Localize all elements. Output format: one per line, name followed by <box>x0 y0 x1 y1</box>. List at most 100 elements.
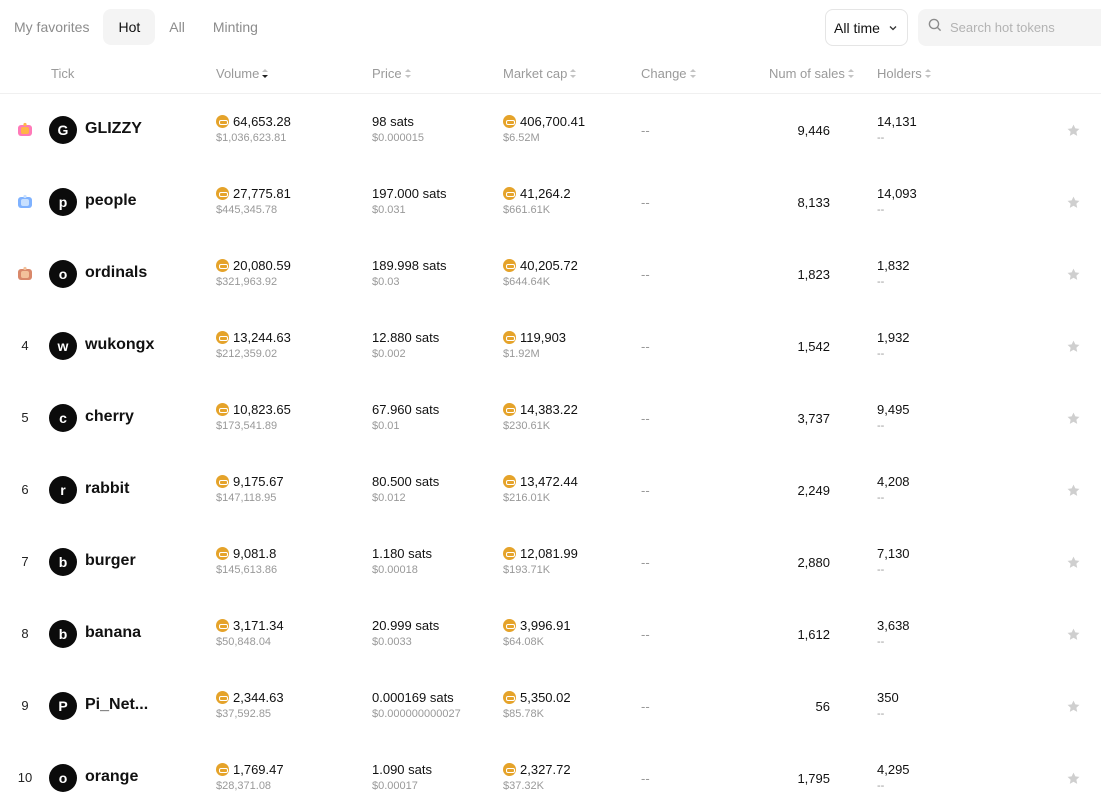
table-row[interactable]: 8 b banana 3,171.34 $50,848.04 20.999 sa… <box>0 598 1101 670</box>
tab-minting[interactable]: Minting <box>199 9 272 45</box>
volume-cell: 20,080.59 <box>216 258 291 273</box>
volume-cell: 64,653.28 <box>216 114 291 129</box>
token-name[interactable]: GLIZZY <box>85 120 142 138</box>
table-row[interactable]: G GLIZZY 64,653.28 $1,036,623.81 98 sats… <box>0 94 1101 166</box>
num-sales-value: 2,249 <box>797 483 830 498</box>
column-header-volume[interactable]: Volume <box>216 66 269 81</box>
token-name[interactable]: banana <box>85 624 141 642</box>
change-value: -- <box>641 483 650 498</box>
favorite-star-icon[interactable] <box>1066 267 1081 282</box>
price-usd: $0.000015 <box>372 132 424 144</box>
market-cap-value: 41,264.2 <box>520 186 571 201</box>
market-cap-value: 119,903 <box>520 330 567 345</box>
column-header-market-cap[interactable]: Market cap <box>503 66 577 81</box>
volume-usd: $28,371.08 <box>216 780 272 792</box>
num-sales-value: 1,612 <box>797 627 830 642</box>
favorite-star-icon[interactable] <box>1066 483 1081 498</box>
holders-value: 4,295 <box>877 762 910 777</box>
table-row[interactable]: p people 27,775.81 $445,345.78 197.000 s… <box>0 166 1101 238</box>
change-value: -- <box>641 411 650 426</box>
rank-number: 9 <box>21 698 29 713</box>
token-name[interactable]: burger <box>85 552 136 570</box>
market-cap-cell: 3,996.91 <box>503 618 571 633</box>
favorite-star-icon[interactable] <box>1066 411 1081 426</box>
favorite-star-icon[interactable] <box>1066 123 1081 138</box>
table-row[interactable]: 10 o orange 1,769.47 $28,371.08 1.090 sa… <box>0 742 1101 808</box>
btc-coin-icon <box>216 763 229 776</box>
holders-value: 4,208 <box>877 474 910 489</box>
token-name[interactable]: wukongx <box>85 336 154 354</box>
time-range-select[interactable]: All time <box>825 9 908 46</box>
price-value: 1.180 sats <box>372 546 432 561</box>
token-name[interactable]: cherry <box>85 408 134 426</box>
favorite-star-icon[interactable] <box>1066 699 1081 714</box>
table-row[interactable]: 9 P Pi_Net... 2,344.63 $37,592.85 0.0001… <box>0 670 1101 742</box>
volume-usd: $445,345.78 <box>216 204 278 216</box>
volume-usd: $145,613.86 <box>216 564 278 576</box>
btc-coin-icon <box>503 187 516 200</box>
search-input[interactable] <box>950 20 1100 35</box>
token-name[interactable]: ordinals <box>85 264 147 282</box>
table-row[interactable]: o ordinals 20,080.59 $321,963.92 189.998… <box>0 238 1101 310</box>
market-cap-value: 3,996.91 <box>520 618 571 633</box>
volume-cell: 10,823.65 <box>216 402 291 417</box>
market-cap-cell: 14,383.22 <box>503 402 578 417</box>
rank-number: 7 <box>21 554 29 569</box>
column-header-change[interactable]: Change <box>641 66 696 81</box>
holders-change: -- <box>877 636 885 648</box>
sort-icon <box>404 69 411 78</box>
change-value: -- <box>641 771 650 786</box>
favorite-star-icon[interactable] <box>1066 195 1081 210</box>
price-value: 12.880 sats <box>372 330 440 345</box>
table-row[interactable]: 5 c cherry 10,823.65 $173,541.89 67.960 … <box>0 382 1101 454</box>
token-name[interactable]: people <box>85 192 137 210</box>
holders-value: 1,832 <box>877 258 910 273</box>
holders-value: 14,131 <box>877 114 917 129</box>
market-cap-usd: $85.78K <box>503 708 544 720</box>
volume-usd: $1,036,623.81 <box>216 132 287 144</box>
token-name[interactable]: orange <box>85 768 138 786</box>
change-value: -- <box>641 195 650 210</box>
holders-change: -- <box>877 564 885 576</box>
market-cap-cell: 41,264.2 <box>503 186 571 201</box>
tab-all[interactable]: All <box>155 9 199 45</box>
market-cap-usd: $193.71K <box>503 564 551 576</box>
market-cap-value: 13,472.44 <box>520 474 578 489</box>
holders-value: 7,130 <box>877 546 910 561</box>
tab-my-favorites[interactable]: My favorites <box>0 9 103 45</box>
market-cap-usd: $37.32K <box>503 780 544 792</box>
holders-change: -- <box>877 420 885 432</box>
token-avatar: b <box>49 620 77 648</box>
volume-value: 9,081.8 <box>233 546 277 561</box>
volume-value: 3,171.34 <box>233 618 284 633</box>
holders-value: 1,932 <box>877 330 910 345</box>
favorite-star-icon[interactable] <box>1066 771 1081 786</box>
token-name[interactable]: rabbit <box>85 480 129 498</box>
price-usd: $0.012 <box>372 492 406 504</box>
num-sales-value: 9,446 <box>797 123 830 138</box>
change-value: -- <box>641 267 650 282</box>
sort-icon <box>689 69 696 78</box>
btc-coin-icon <box>216 475 229 488</box>
favorite-star-icon[interactable] <box>1066 339 1081 354</box>
num-sales-value: 3,737 <box>797 411 830 426</box>
market-cap-usd: $216.01K <box>503 492 551 504</box>
market-cap-usd: $64.08K <box>503 636 544 648</box>
gold-medal-icon <box>16 122 34 138</box>
tab-hot[interactable]: Hot <box>103 9 156 45</box>
table-row[interactable]: 7 b burger 9,081.8 $145,613.86 1.180 sat… <box>0 526 1101 598</box>
table-row[interactable]: 4 w wukongx 13,244.63 $212,359.02 12.880… <box>0 310 1101 382</box>
price-usd: $0.03 <box>372 276 400 288</box>
holders-value: 350 <box>877 690 899 705</box>
volume-value: 2,344.63 <box>233 690 284 705</box>
column-header-num-sales[interactable]: Num of sales <box>769 66 854 81</box>
holders-change: -- <box>877 132 885 144</box>
token-name[interactable]: Pi_Net... <box>85 696 148 714</box>
volume-usd: $50,848.04 <box>216 636 272 648</box>
favorite-star-icon[interactable] <box>1066 555 1081 570</box>
favorite-star-icon[interactable] <box>1066 627 1081 642</box>
volume-cell: 9,081.8 <box>216 546 276 561</box>
column-header-price[interactable]: Price <box>372 66 411 81</box>
column-header-holders[interactable]: Holders <box>877 66 931 81</box>
table-row[interactable]: 6 r rabbit 9,175.67 $147,118.95 80.500 s… <box>0 454 1101 526</box>
